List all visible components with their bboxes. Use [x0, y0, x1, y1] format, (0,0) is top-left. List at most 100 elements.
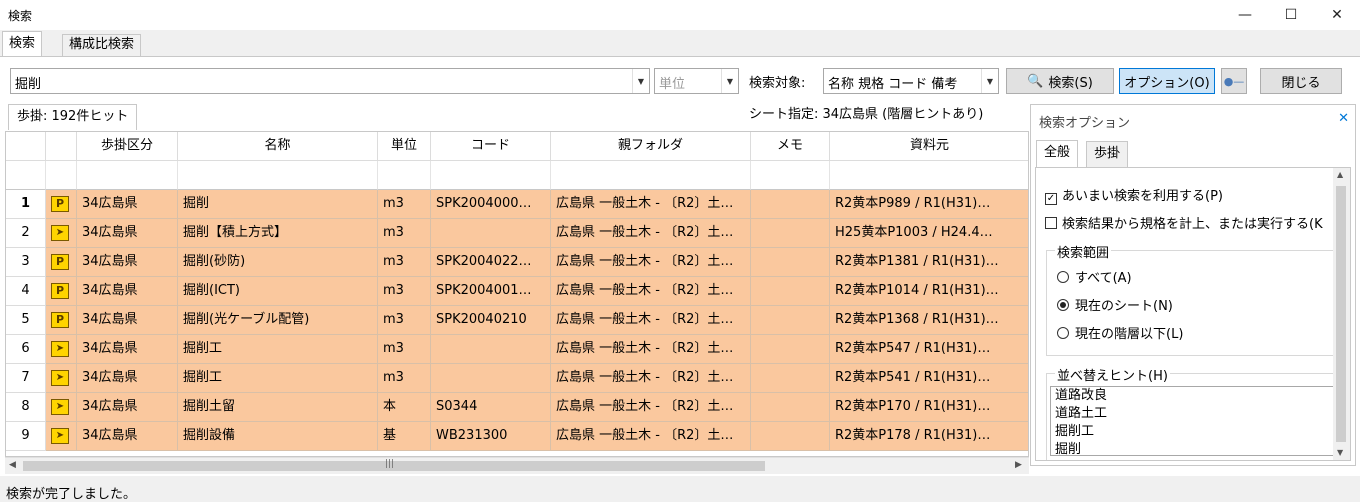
cell-unit[interactable]: 基 [378, 422, 431, 451]
filter-cell[interactable] [378, 161, 431, 190]
cell-source[interactable]: R2黄本P170 / R1(H31)… [830, 393, 1028, 422]
row-number[interactable]: 3 [6, 248, 46, 277]
column-header[interactable]: 親フォルダ [551, 132, 751, 161]
cell-name[interactable]: 掘削設備 [178, 422, 378, 451]
close-icon[interactable]: ✕ [1314, 0, 1360, 30]
tab-composition-search[interactable]: 構成比検索 [62, 34, 142, 56]
cell-kubun[interactable]: 34広島県 [77, 393, 178, 422]
cell-code[interactable]: SPK20040210 [431, 306, 551, 335]
cell-unit[interactable]: m3 [378, 219, 431, 248]
radio-current-sheet[interactable]: 現在のシート(N) [1057, 295, 1173, 314]
cell-kubun[interactable]: 34広島県 [77, 335, 178, 364]
cell-unit[interactable]: m3 [378, 306, 431, 335]
filter-cell[interactable] [431, 161, 551, 190]
filter-cell[interactable] [77, 161, 178, 190]
fuzzy-search-checkbox[interactable]: ✓ あいまい検索を利用する(P) [1045, 185, 1223, 205]
cell-kubun[interactable]: 34広島県 [77, 364, 178, 393]
cell-folder[interactable]: 広島県 一般土木 - 〔R2〕土… [551, 393, 751, 422]
list-item[interactable]: 道路土工 [1051, 405, 1334, 423]
cell-source[interactable]: R2黄本P1014 / R1(H31)… [830, 277, 1028, 306]
table-row[interactable]: 9 ➤ 34広島県 掘削設備基 WB231300 広島県 一般土木 - 〔R2〕土… R2黄… [6, 422, 1028, 451]
cell-unit[interactable]: m3 [378, 248, 431, 277]
cell-memo[interactable] [751, 306, 830, 335]
chevron-down-icon[interactable]: ▼ [981, 69, 998, 93]
filter-cell[interactable] [178, 161, 378, 190]
chevron-down-icon[interactable]: ▼ [632, 69, 649, 93]
cell-source[interactable]: R2黄本P547 / R1(H31)… [830, 335, 1028, 364]
filter-cell[interactable] [46, 161, 77, 190]
cell-memo[interactable] [751, 335, 830, 364]
row-number[interactable]: 1 [6, 190, 46, 219]
cell-code[interactable] [431, 364, 551, 393]
cell-name[interactable]: 掘削工 [178, 335, 378, 364]
cell-name[interactable]: 掘削(砂防) [178, 248, 378, 277]
row-number[interactable]: 2 [6, 219, 46, 248]
cell-folder[interactable]: 広島県 一般土木 - 〔R2〕土… [551, 190, 751, 219]
chevron-down-icon[interactable]: ▼ [721, 69, 738, 93]
filter-cell[interactable] [751, 161, 830, 190]
cell-memo[interactable] [751, 277, 830, 306]
cell-folder[interactable]: 広島県 一般土木 - 〔R2〕土… [551, 277, 751, 306]
cell-source[interactable]: R2黄本P178 / R1(H31)… [830, 422, 1028, 451]
add-spec-checkbox[interactable]: 検索結果から規格を計上、または実行する(K [1045, 213, 1323, 232]
options-vertical-scrollbar[interactable]: ▲ ▼ [1333, 168, 1350, 460]
radio-below-hierarchy[interactable]: 現在の階層以下(L) [1057, 323, 1183, 342]
options-tab-bugake[interactable]: 歩掛 [1086, 141, 1129, 167]
cell-memo[interactable] [751, 422, 830, 451]
table-row[interactable]: 3 P 34広島県 掘削(砂防) m3 SPK2004022… 広島県 一般土木 - 〔R2… [6, 248, 1028, 277]
cell-code[interactable]: SPK2004022… [431, 248, 551, 277]
table-row[interactable]: 7 ➤ 34広島県 掘削工 m3 広島県 一般土木 - 〔R2〕土… R2黄本P541 / … [6, 364, 1028, 393]
cell-kubun[interactable]: 34広島県 [77, 248, 178, 277]
sort-hint-list[interactable]: 道路改良 道路土工 掘削工 掘削 [1050, 386, 1335, 456]
list-item[interactable]: 掘削 [1051, 441, 1334, 455]
cell-source[interactable]: R2黄本P541 / R1(H31)… [830, 364, 1028, 393]
chevron-up-icon[interactable]: ▲ [1337, 170, 1343, 179]
cell-source[interactable]: H25黄本P1003 / H24.4… [830, 219, 1028, 248]
cell-unit[interactable]: m3 [378, 364, 431, 393]
cell-code[interactable]: SPK2004000… [431, 190, 551, 219]
result-tab[interactable]: 歩掛: 192件ヒット [8, 104, 138, 130]
cell-code[interactable]: SPK2004001… [431, 277, 551, 306]
table-row[interactable]: 2 ➤ 34広島県 掘削【積上方式】 m3 広島県 一般土木 - 〔R2〕土… H25黄本P… [6, 219, 1028, 248]
cell-kubun[interactable]: 34広島県 [77, 277, 178, 306]
row-number[interactable]: 8 [6, 393, 46, 422]
chevron-right-icon[interactable]: ▶ [1015, 460, 1022, 470]
cell-source[interactable]: R2黄本P1381 / R1(H31)… [830, 248, 1028, 277]
options-tab-general[interactable]: 全般 [1036, 140, 1079, 168]
cell-folder[interactable]: 広島県 一般土木 - 〔R2〕土… [551, 335, 751, 364]
cell-folder[interactable]: 広島県 一般土木 - 〔R2〕土… [551, 306, 751, 335]
table-row[interactable]: 8 ➤ 34広島県 掘削土留本 S0344 広島県 一般土木 - 〔R2〕土… R2黄本P1… [6, 393, 1028, 422]
search-button[interactable]: 🔍 検索(S) [1006, 68, 1114, 94]
cell-code[interactable] [431, 219, 551, 248]
cell-name[interactable]: 掘削土留 [178, 393, 378, 422]
row-number[interactable]: 7 [6, 364, 46, 393]
cell-code[interactable] [431, 335, 551, 364]
cell-memo[interactable] [751, 364, 830, 393]
cell-kubun[interactable]: 34広島県 [77, 219, 178, 248]
cell-folder[interactable]: 広島県 一般土木 - 〔R2〕土… [551, 248, 751, 277]
cell-memo[interactable] [751, 248, 830, 277]
cell-source[interactable]: R2黄本P989 / R1(H31)… [830, 190, 1028, 219]
table-row[interactable]: 1 P 34広島県 掘削 m3 SPK2004000… 広島県 一般土木 - 〔R2〕土… R… [6, 190, 1028, 219]
row-number[interactable]: 4 [6, 277, 46, 306]
filter-cell[interactable] [551, 161, 751, 190]
column-header[interactable]: 歩掛区分 [77, 132, 178, 161]
cell-name[interactable]: 掘削(光ケーブル配管) [178, 306, 378, 335]
cell-kubun[interactable]: 34広島県 [77, 422, 178, 451]
radio-all[interactable]: すべて(A) [1057, 267, 1132, 286]
table-row[interactable]: 5 P 34広島県 掘削(光ケーブル配管) m3 SPK20040210 広島県 一般土木 … [6, 306, 1028, 335]
filter-cell[interactable] [830, 161, 1028, 190]
pin-button[interactable]: ●— [1221, 68, 1247, 94]
cell-unit[interactable]: m3 [378, 277, 431, 306]
search-target-combo[interactable]: 名称 規格 コード 備考 ▼ [823, 68, 999, 94]
cell-name[interactable]: 掘削工 [178, 364, 378, 393]
chevron-left-icon[interactable]: ◀ [9, 460, 16, 470]
unit-combo[interactable]: 単位 ▼ [654, 68, 739, 94]
row-number[interactable]: 5 [6, 306, 46, 335]
cell-code[interactable]: S0344 [431, 393, 551, 422]
chevron-down-icon[interactable]: ▼ [1337, 448, 1343, 457]
table-row[interactable]: 4 P 34広島県 掘削(ICT) m3 SPK2004001… 広島県 一般土木 - 〔R… [6, 277, 1028, 306]
option-button[interactable]: オプション(O) [1119, 68, 1215, 94]
cell-code[interactable]: WB231300 [431, 422, 551, 451]
cell-unit[interactable]: m3 [378, 335, 431, 364]
